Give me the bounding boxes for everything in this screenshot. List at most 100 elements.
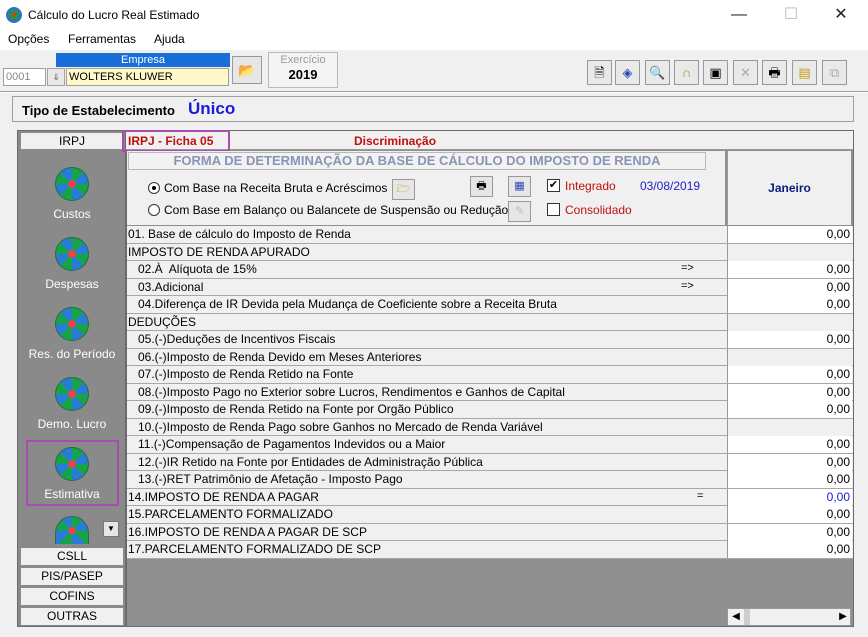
- table-row: 01. Base de cálculo do Imposto de Renda 0…: [127, 226, 853, 244]
- maximize-button[interactable]: ☐: [768, 0, 814, 30]
- tab-cofins[interactable]: COFINS: [20, 587, 124, 606]
- print-icon: 🖶: [768, 65, 781, 80]
- row-description: 03.Adicional: [128, 279, 204, 294]
- folders-button[interactable]: ▤: [792, 60, 817, 85]
- radio-unselected-icon[interactable]: [148, 204, 160, 216]
- integrado-label: Integrado: [565, 179, 616, 193]
- app-icon: [6, 7, 22, 23]
- row-description: 12.(-)IR Retido na Fonte por Entidades d…: [128, 454, 483, 469]
- custos-icon[interactable]: [55, 167, 89, 201]
- row-description: 04.Diferença de IR Devida pela Mudança d…: [128, 297, 557, 311]
- row-description: 05.(-)Deduções de Incentivos Fiscais: [128, 332, 336, 346]
- delete-icon: ✕: [740, 65, 751, 80]
- row-value-cell[interactable]: 0,00: [727, 506, 852, 523]
- tab-irpj[interactable]: IRPJ: [20, 132, 124, 150]
- radio-selected-icon[interactable]: [148, 182, 160, 194]
- scroll-thumb[interactable]: [744, 609, 750, 625]
- row-arrow: =>: [681, 279, 694, 292]
- calendar-button[interactable]: ▦: [508, 176, 531, 197]
- sidebar-item-despesas[interactable]: Despesas: [20, 277, 124, 291]
- menu-ferramentas[interactable]: Ferramentas: [68, 32, 136, 46]
- sidebar-item-demo-lucro[interactable]: Demo. Lucro: [20, 417, 124, 431]
- sidebar-scroll-down[interactable]: ▼: [103, 521, 119, 537]
- row-value-cell[interactable]: 0,00: [727, 226, 852, 243]
- row-value-cell[interactable]: 0,00: [727, 331, 852, 348]
- table-row: 07.(-)Imposto de Renda Retido na Fonte 0,…: [127, 366, 853, 384]
- window-title: Cálculo do Lucro Real Estimado: [28, 8, 200, 22]
- tab-pis-pasep[interactable]: PIS/PASEP: [20, 567, 124, 586]
- row-value-cell[interactable]: 0,00: [727, 436, 852, 453]
- option-receita-bruta-label: Com Base na Receita Bruta e Acréscimos: [164, 181, 388, 195]
- table-row: 08.(-)Imposto Pago no Exterior sobre Luc…: [127, 383, 853, 401]
- search-button[interactable]: 🔍: [645, 60, 670, 85]
- row-description: 11.(-)Compensação de Pagamentos Indevido…: [128, 437, 446, 451]
- row-value-cell[interactable]: 0,00: [727, 523, 852, 541]
- periodo-icon[interactable]: [55, 307, 89, 341]
- table-row: 14.IMPOSTO DE RENDA A PAGAR = 0,00: [127, 488, 853, 506]
- row-value-cell[interactable]: 0,00: [727, 366, 852, 383]
- row-value-cell: [727, 243, 852, 261]
- close-button[interactable]: ✕: [818, 0, 864, 30]
- row-value-cell[interactable]: 0,00: [727, 278, 852, 296]
- row-description: 06.(-)Imposto de Renda Devido em Meses A…: [128, 349, 422, 364]
- minimize-button[interactable]: —: [716, 0, 762, 30]
- table-row: 06.(-)Imposto de Renda Devido em Meses A…: [127, 348, 853, 366]
- row-description: 01. Base de cálculo do Imposto de Renda: [128, 227, 351, 241]
- save-button[interactable]: ▣: [703, 60, 728, 85]
- receita-details-button[interactable]: 🗁: [392, 179, 415, 200]
- integrado-checkbox[interactable]: ✔: [547, 179, 560, 192]
- code-lookup-button[interactable]: ⇓: [47, 68, 65, 86]
- row-value-cell[interactable]: 0,00: [727, 541, 852, 558]
- table-row: DEDUÇÕES: [127, 313, 853, 331]
- window-button[interactable]: ⧉: [822, 60, 847, 85]
- consolidado-label: Consolidado: [565, 203, 632, 217]
- menu-ajuda[interactable]: Ajuda: [154, 32, 185, 46]
- despesas-icon[interactable]: [55, 237, 89, 271]
- check-icon: ✔: [548, 179, 559, 191]
- company-code-input[interactable]: 0001: [3, 68, 46, 86]
- table-row: 13.(-)RET Patrimônio de Afetação - Impos…: [127, 471, 853, 489]
- row-value-cell[interactable]: 0,00: [727, 261, 852, 278]
- next-item-icon[interactable]: [55, 516, 89, 544]
- option-receita-bruta[interactable]: Com Base na Receita Bruta e Acréscimos: [148, 181, 387, 195]
- delete-button[interactable]: ✕: [733, 60, 758, 85]
- calendar-icon: ▦: [514, 180, 525, 192]
- company-name-input[interactable]: WOLTERS KLUWER: [66, 68, 229, 86]
- option-balanco-label: Com Base em Balanço ou Balancete de Susp…: [164, 203, 509, 217]
- row-value-cell[interactable]: 0,00: [727, 471, 852, 488]
- table-row: 10.(-)Imposto de Renda Pago sobre Ganhos…: [127, 418, 853, 436]
- ficha-label: IRPJ - Ficha 05: [122, 130, 230, 152]
- row-value-cell[interactable]: 0,00: [727, 383, 852, 401]
- sidebar-item-res-periodo[interactable]: Res. do Período: [20, 347, 124, 361]
- lock-button[interactable]: ∩: [674, 60, 699, 85]
- navigate-button[interactable]: ◈: [615, 60, 640, 85]
- row-arrow: =: [697, 489, 704, 502]
- print-form-button[interactable]: 🖶: [470, 176, 493, 197]
- print-button[interactable]: 🖶: [762, 60, 787, 85]
- row-description: 13.(-)RET Patrimônio de Afetação - Impos…: [128, 472, 403, 486]
- table-row: 09.(-)Imposto de Renda Retido na Fonte p…: [127, 401, 853, 419]
- row-description: 09.(-)Imposto de Renda Retido na Fonte p…: [128, 402, 454, 416]
- table-row: 03.Adicional => 0,00: [127, 278, 853, 296]
- open-folder-button[interactable]: 📂: [232, 56, 262, 84]
- new-document-button[interactable]: 🗎: [587, 60, 612, 85]
- table-row: 11.(-)Compensação de Pagamentos Indevido…: [127, 436, 853, 454]
- option-balanco[interactable]: Com Base em Balanço ou Balancete de Susp…: [148, 203, 508, 217]
- tab-outras[interactable]: OUTRAS: [20, 607, 124, 626]
- scroll-right-button[interactable]: ▶: [835, 609, 851, 625]
- sidebar-item-custos[interactable]: Custos: [20, 207, 124, 221]
- consolidado-checkbox[interactable]: [547, 203, 560, 216]
- row-value-cell[interactable]: 0,00: [727, 453, 852, 471]
- menu-opcoes[interactable]: Opções: [8, 32, 49, 46]
- demo-lucro-icon[interactable]: [55, 377, 89, 411]
- row-value-cell[interactable]: 0,00: [727, 296, 852, 313]
- row-value-cell[interactable]: 0,00: [727, 488, 852, 506]
- establishment-value: Único: [188, 99, 236, 118]
- establishment-label: Tipo de Estabelecimento: [22, 103, 175, 118]
- scroll-left-button[interactable]: ◀: [728, 609, 744, 625]
- tab-csll[interactable]: CSLL: [20, 547, 124, 566]
- row-description: DEDUÇÕES: [128, 314, 197, 329]
- balanco-details-button[interactable]: ✎: [508, 201, 531, 222]
- folder-edit-icon: 🗁: [396, 183, 411, 195]
- row-value-cell[interactable]: 0,00: [727, 401, 852, 418]
